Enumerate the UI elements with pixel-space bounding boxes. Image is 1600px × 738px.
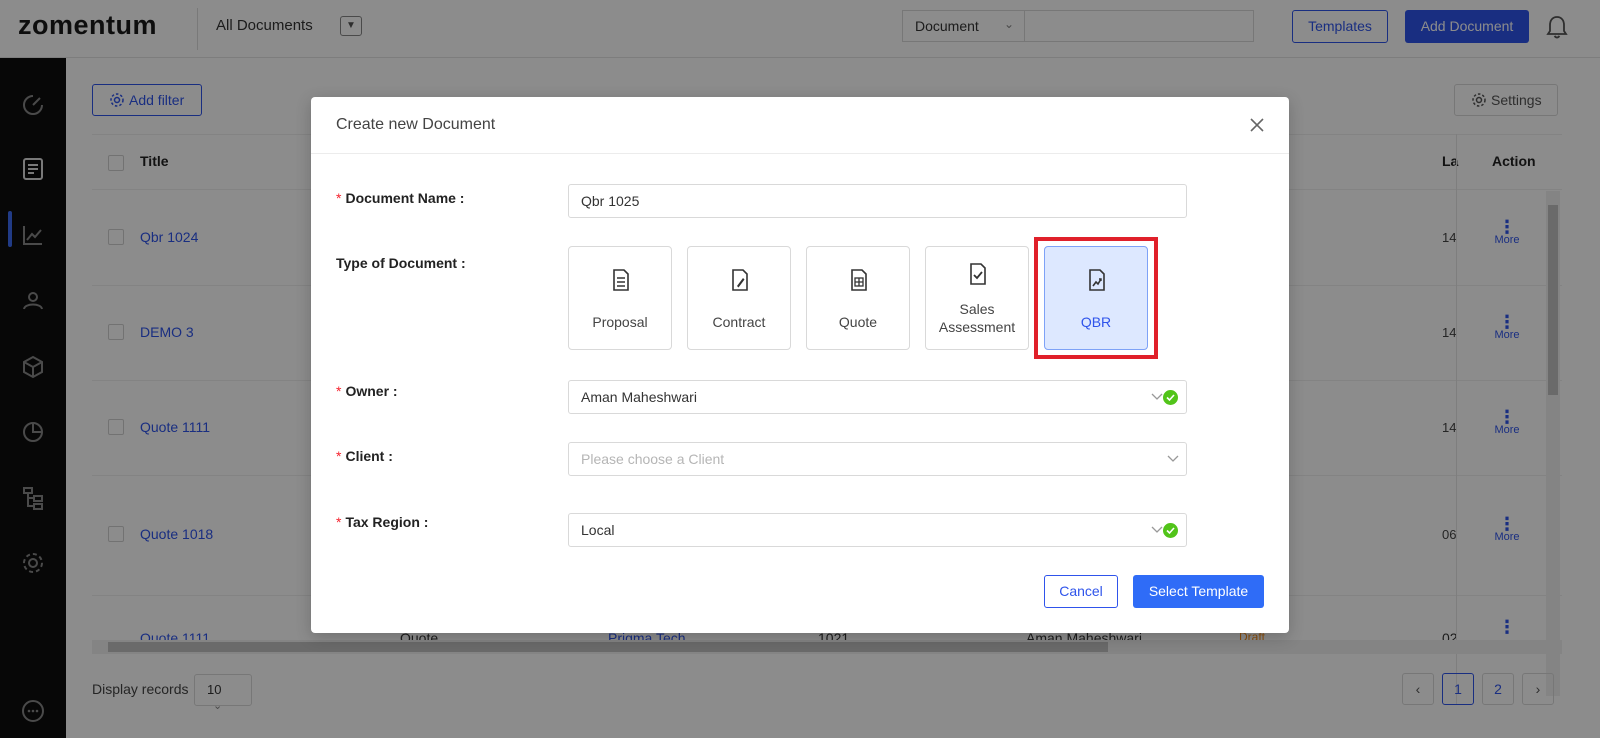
document-name-input[interactable]: Qbr 1025 xyxy=(568,184,1187,218)
select-template-button[interactable]: Select Template xyxy=(1133,575,1264,608)
assessment-icon xyxy=(970,263,986,285)
owner-select[interactable]: Aman Maheshwari xyxy=(568,380,1187,414)
cancel-button[interactable]: Cancel xyxy=(1044,575,1118,608)
tax-region-value: Local xyxy=(581,522,615,538)
client-label: * Client : xyxy=(336,448,393,464)
check-circle-icon xyxy=(1163,390,1178,405)
type-card-quote[interactable]: Quote xyxy=(806,246,910,350)
tax-region-label: * Tax Region : xyxy=(336,514,429,530)
type-label-line2: Assessment xyxy=(938,319,1016,335)
chevron-down-icon xyxy=(1151,393,1163,400)
create-document-modal: Create new Document * Document Name : Qbr… xyxy=(311,97,1289,633)
type-of-document-label: Type of Document : xyxy=(336,255,466,271)
document-icon xyxy=(613,269,629,291)
type-card-proposal[interactable]: Proposal xyxy=(568,246,672,350)
check-circle-icon xyxy=(1163,523,1178,538)
document-name-label: * Document Name : xyxy=(336,190,465,206)
selection-highlight xyxy=(1034,237,1158,359)
client-placeholder: Please choose a Client xyxy=(581,451,725,467)
quote-icon xyxy=(851,269,867,291)
type-label: Contract xyxy=(712,314,766,330)
type-card-contract[interactable]: Contract xyxy=(687,246,791,350)
modal-header: Create new Document xyxy=(311,97,1289,154)
client-select[interactable]: Please choose a Client xyxy=(568,442,1187,476)
type-label: Quote xyxy=(838,314,878,330)
type-label: Proposal xyxy=(592,314,648,330)
close-icon[interactable] xyxy=(1247,115,1267,135)
modal-title: Create new Document xyxy=(336,116,496,133)
chevron-down-icon xyxy=(1167,455,1179,462)
owner-value: Aman Maheshwari xyxy=(581,389,697,405)
chevron-down-icon xyxy=(1151,526,1163,533)
type-card-sales-assessment[interactable]: Sales Assessment xyxy=(925,246,1029,350)
type-label-line1: Sales xyxy=(959,301,995,317)
owner-label: * Owner : xyxy=(336,383,398,399)
contract-icon xyxy=(732,269,748,291)
tax-region-select[interactable]: Local xyxy=(568,513,1187,547)
